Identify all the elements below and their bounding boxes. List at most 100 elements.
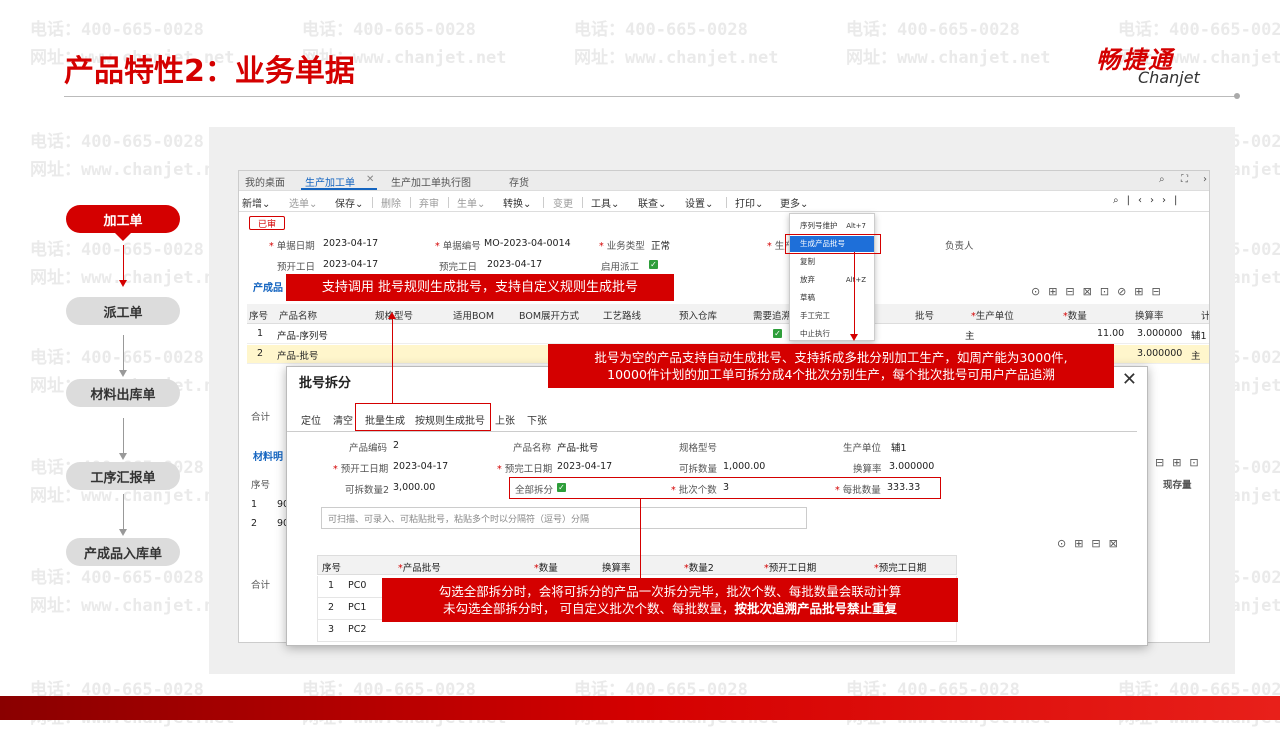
highlight-split-fields: [509, 477, 941, 499]
search-icon[interactable]: ⌕: [1159, 174, 1165, 185]
close-icon[interactable]: ✕: [1122, 369, 1137, 390]
callout-auto-batch: 批号为空的产品支持自动生成批号、支持拆成多批分别加工生产，如周产能为3000件,…: [548, 344, 1114, 388]
products-section-tab[interactable]: 产成品: [253, 279, 283, 294]
flow-active-notch: [114, 232, 132, 241]
flow-step-finished-goods[interactable]: 产成品入库单: [66, 538, 180, 566]
mat-total-label: 合计: [251, 580, 271, 591]
prod-name-label: 产品名称: [513, 443, 552, 454]
chevron-right-icon[interactable]: ›: [1203, 174, 1207, 185]
rate-label: 换算率: [853, 464, 882, 475]
toolbar-separator: [726, 197, 727, 208]
active-tab-underline: [301, 188, 377, 190]
dlg-clear-button[interactable]: 清空: [333, 412, 353, 427]
toolbar-print[interactable]: 打印⌄: [735, 195, 763, 210]
callout-split-all: 勾选全部拆分时，会将可拆分的产品一次拆分完毕，批次个数、每批数量会联动计算 未勾…: [382, 578, 958, 622]
toolbar-new[interactable]: 新增⌄: [242, 195, 270, 210]
splittable2-label: 可拆数量2: [345, 485, 390, 496]
owner-label: 负责人: [945, 241, 974, 252]
tab-bar: 我的桌面 生产加工单 ✕ 生产加工单执行图 存货 ⌕ ⛶ ›: [239, 171, 1209, 191]
watermark-phone: 电话：400-665-0028: [30, 348, 204, 368]
end-value[interactable]: 2023-04-17: [557, 461, 612, 472]
watermark-phone: 电话：400-665-0028: [30, 20, 204, 40]
tab-desktop[interactable]: 我的桌面: [245, 174, 285, 189]
toolbar-convert[interactable]: 转换⌄: [503, 195, 531, 210]
dialog-tool-icons[interactable]: ⊙⊞⊟⊠: [1057, 537, 1126, 550]
toolbar-tools[interactable]: 工具⌄: [591, 195, 619, 210]
toolbar-settings[interactable]: 设置⌄: [685, 195, 713, 210]
toolbar-generate[interactable]: 生单⌄: [457, 195, 485, 210]
menu-item-discard[interactable]: 放弃 Alt+Z: [790, 272, 874, 288]
callout-rule-generate: 支持调用 批号规则生成批号，支持自定义规则生成批号: [286, 274, 674, 301]
toolbar-delete[interactable]: 删除: [381, 195, 401, 210]
start-value[interactable]: 2023-04-17: [393, 461, 448, 472]
biz-type-label: * 业务类型: [599, 241, 645, 252]
watermark-phone: 电话：400-665-0028: [30, 568, 204, 588]
watermark-phone: 电话：400-665-0028: [30, 132, 204, 152]
batch-paste-input[interactable]: 可扫描、可录入、可粘贴批号，粘贴多个时以分隔符（逗号）分隔: [321, 507, 807, 529]
table-row[interactable]: 3 PC2: [317, 620, 957, 642]
doc-no-label: * 单据编号: [435, 241, 481, 252]
nav-icons[interactable]: ⌕|‹››|: [1113, 195, 1185, 206]
stock-column-header: 现存量: [1163, 480, 1192, 491]
dispatch-label: 启用派工: [601, 262, 640, 273]
menu-item-stop[interactable]: 中止执行: [790, 326, 874, 342]
flow-step-dispatch[interactable]: 派工单: [66, 297, 180, 325]
flow-arrow: [119, 335, 127, 377]
plan-end-label: 预完工日: [439, 262, 478, 273]
tab-work-order[interactable]: 生产加工单: [305, 174, 355, 189]
toolbar-unaudit[interactable]: 弃审: [419, 195, 439, 210]
dialog-table-header: 序号 *产品批号 *数量 换算率 *数量2 *预开工日期 *预完工日期: [317, 555, 957, 575]
mat-row-no: 1: [251, 499, 258, 510]
dlg-locate-button[interactable]: 定位: [301, 412, 321, 427]
dlg-next-button[interactable]: 下张: [527, 412, 547, 427]
dispatch-checkbox[interactable]: ✓: [649, 260, 658, 269]
flow-step-process-report[interactable]: 工序汇报单: [66, 462, 180, 490]
menu-item-copy[interactable]: 复制: [790, 254, 874, 270]
flow-step-work-order[interactable]: 加工单: [66, 205, 180, 233]
plan-end-value[interactable]: 2023-04-17: [487, 259, 542, 270]
mat-tool-icons[interactable]: ⊟⊞⊡: [1155, 456, 1207, 469]
menu-item-serial[interactable]: 序列号维护 Alt+7: [790, 218, 874, 234]
toolbar-separator: [372, 197, 373, 208]
toolbar-more[interactable]: 更多⌄: [780, 195, 808, 210]
doc-date-value[interactable]: 2023-04-17: [323, 238, 378, 249]
grid-tool-icons[interactable]: ⊙⊞⊟⊠⊡⊘⊞⊟: [1031, 285, 1169, 298]
menu-item-draft[interactable]: 草稿: [790, 290, 874, 306]
doc-no-value[interactable]: MO-2023-04-0014: [484, 238, 571, 249]
toolbar-change[interactable]: 变更: [553, 195, 573, 210]
watermark-site: 网址：www.chanjet.net: [30, 596, 235, 616]
dialog-title: 批号拆分: [299, 376, 352, 391]
toolbar-query[interactable]: 联查⌄: [638, 195, 666, 210]
watermark-site: 网址：www.chanjet.net: [30, 160, 235, 180]
doc-date-label: * 单据日期: [269, 241, 315, 252]
splittable-value: 1,000.00: [723, 461, 766, 472]
unit-value: 辅1: [891, 443, 907, 454]
watermark-site: 网址：www.chanjet.net: [574, 48, 779, 68]
unit-label: 生产单位: [843, 443, 882, 454]
watermark-phone: 电话：400-665-0028: [846, 20, 1020, 40]
flow-step-material-issue[interactable]: 材料出库单: [66, 379, 180, 407]
plan-start-value[interactable]: 2023-04-17: [323, 259, 378, 270]
plan-start-label: 预开工日: [277, 262, 316, 273]
bottom-brand-bar: [0, 696, 1280, 720]
dlg-prev-button[interactable]: 上张: [495, 412, 515, 427]
toolbar: 新增⌄ 选单⌄ 保存⌄ 删除 弃审 生单⌄ 转换⌄ 变更 工具⌄ 联查⌄ 设置⌄…: [239, 192, 1209, 212]
splittable2-value: 3,000.00: [393, 482, 436, 493]
tab-inventory[interactable]: 存货: [509, 174, 529, 189]
biz-type-value[interactable]: 正常: [651, 238, 670, 252]
tab-work-order-chart[interactable]: 生产加工单执行图: [391, 174, 471, 189]
callout-connector: [854, 252, 855, 338]
watermark-site: 网址：www.chanjet.net: [30, 268, 235, 288]
tab-close-icon[interactable]: ✕: [366, 174, 374, 185]
maximize-icon[interactable]: ⛶: [1181, 174, 1188, 185]
flow-arrow: [119, 494, 127, 536]
toolbar-save[interactable]: 保存⌄: [335, 195, 363, 210]
start-label: * 预开工日期: [333, 464, 389, 475]
title-divider: [64, 96, 1236, 97]
materials-section-tab[interactable]: 材料明: [253, 448, 283, 463]
toolbar-select[interactable]: 选单⌄: [289, 195, 317, 210]
menu-item-manual-complete[interactable]: 手工完工: [790, 308, 874, 324]
rate-value: 3.000000: [889, 461, 935, 472]
toolbar-separator: [410, 197, 411, 208]
status-badge: 已审: [249, 216, 285, 230]
